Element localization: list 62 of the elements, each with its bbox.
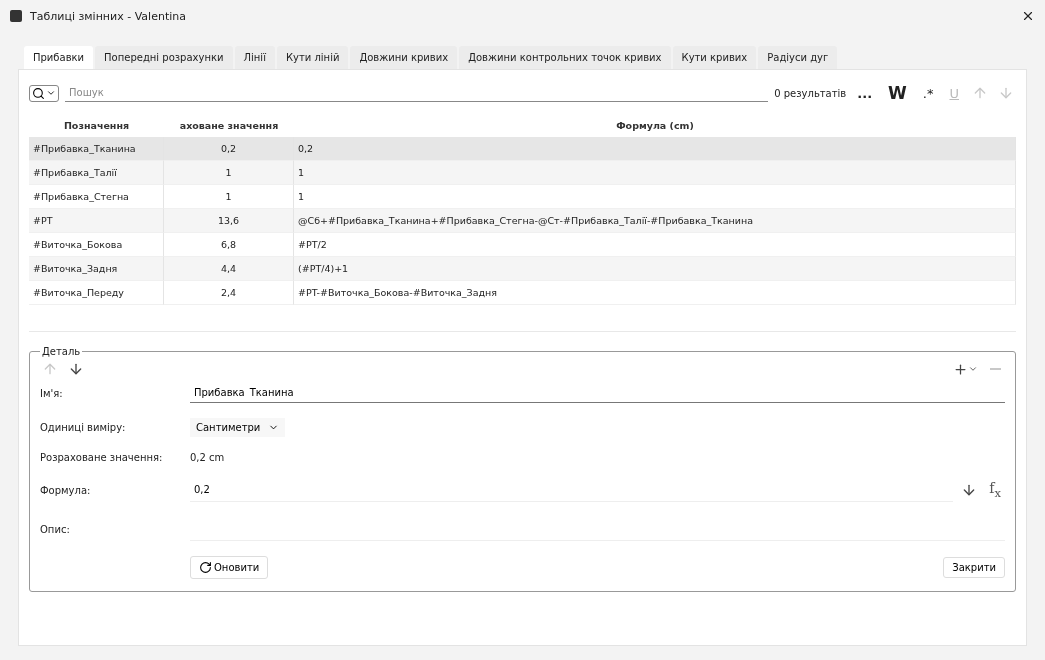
- arrow-down-icon: [68, 361, 84, 377]
- table-cell: (#PT/4)+1: [294, 257, 1016, 281]
- tab[interactable]: Лінії: [234, 46, 275, 69]
- close-icon[interactable]: [1021, 9, 1035, 23]
- refresh-icon: [199, 561, 212, 574]
- tab[interactable]: Попередні розрахунки: [95, 46, 233, 69]
- field-label: Формула:: [40, 484, 92, 496]
- table-cell: #PT: [29, 209, 164, 233]
- chevron-down-icon: [46, 88, 56, 98]
- table-cell: #Виточка_Задня: [29, 257, 164, 281]
- column-header[interactable]: Позначення: [29, 114, 164, 137]
- table-cell: 1: [164, 185, 294, 209]
- table-cell: 4,4: [164, 257, 294, 281]
- tab[interactable]: Кути ліній: [276, 46, 349, 69]
- arrow-up-icon: [42, 361, 58, 377]
- close-button[interactable]: Закрити: [943, 557, 1005, 578]
- table-cell: 1: [294, 161, 1016, 185]
- chevron-down-icon: [968, 364, 978, 374]
- table-cell: #Прибавка_Стегна: [29, 185, 164, 209]
- tab[interactable]: Радіуси дуг: [758, 46, 838, 69]
- units-dropdown[interactable]: Сантиметри: [190, 418, 286, 437]
- arrow-up-icon: [972, 85, 988, 101]
- arrow-down-icon: [998, 85, 1014, 101]
- field-label: Розраховане значення:: [40, 452, 164, 463]
- tab[interactable]: Довжини кривих: [350, 46, 458, 69]
- table-cell: #Прибавка_Талії: [29, 161, 164, 185]
- group-title: Деталь: [41, 346, 82, 357]
- tab[interactable]: Прибавки: [24, 46, 94, 69]
- table-cell: 6,8: [164, 233, 294, 257]
- formula-wizard-button[interactable]: f$_{x}$: [985, 480, 1005, 500]
- table-cell: 2,4: [164, 281, 294, 305]
- table-cell: #Прибавка_Тканина: [29, 137, 164, 161]
- table-cell: #Виточка_Бокова: [29, 233, 164, 257]
- app-icon: [10, 10, 22, 22]
- search-option-button[interactable]: ...: [852, 85, 878, 101]
- search-options-button[interactable]: [29, 84, 59, 102]
- refresh-button[interactable]: Оновити: [190, 556, 269, 579]
- field-label: Ім'я:: [40, 387, 64, 399]
- column-header[interactable]: аховане значення: [164, 114, 294, 137]
- field-label: Опис:: [40, 523, 71, 535]
- calculated-value: 0,2 cm: [190, 452, 226, 463]
- minus-icon: [990, 368, 1001, 370]
- plus-icon: [953, 361, 968, 377]
- name-field[interactable]: Прибавка_Тканина: [190, 383, 1005, 403]
- tab[interactable]: Довжини контрольних точок кривих: [459, 46, 671, 69]
- field-label: Одиниці виміру:: [40, 422, 127, 433]
- results-count: 0 результатів: [774, 87, 847, 99]
- search-option-button[interactable]: W: [883, 83, 912, 103]
- table-cell: 0,2: [294, 137, 1016, 161]
- table-cell: #PT-#Виточка_Бокова-#Виточка_Задня: [294, 281, 1016, 305]
- table-cell: 1: [164, 161, 294, 185]
- search-icon: [32, 86, 45, 100]
- column-header[interactable]: Формула (cm): [294, 114, 1016, 137]
- table-cell: #Виточка_Переду: [29, 281, 164, 305]
- tab[interactable]: Кути кривих: [672, 46, 757, 69]
- table-cell: @Сб+#Прибавка_Тканина+#Прибавка_Стегна-@Ст-#Прибавка_Талії-#Прибавка_Тканина: [294, 209, 1016, 233]
- table-cell: 0,2: [164, 137, 294, 161]
- search-option-button[interactable]: .*: [917, 85, 939, 101]
- window-title: Таблиці змінних - Valentina: [30, 9, 187, 23]
- table-cell: 13,6: [164, 209, 294, 233]
- table-cell: 1: [294, 185, 1016, 209]
- table-cell: #PT/2: [294, 233, 1016, 257]
